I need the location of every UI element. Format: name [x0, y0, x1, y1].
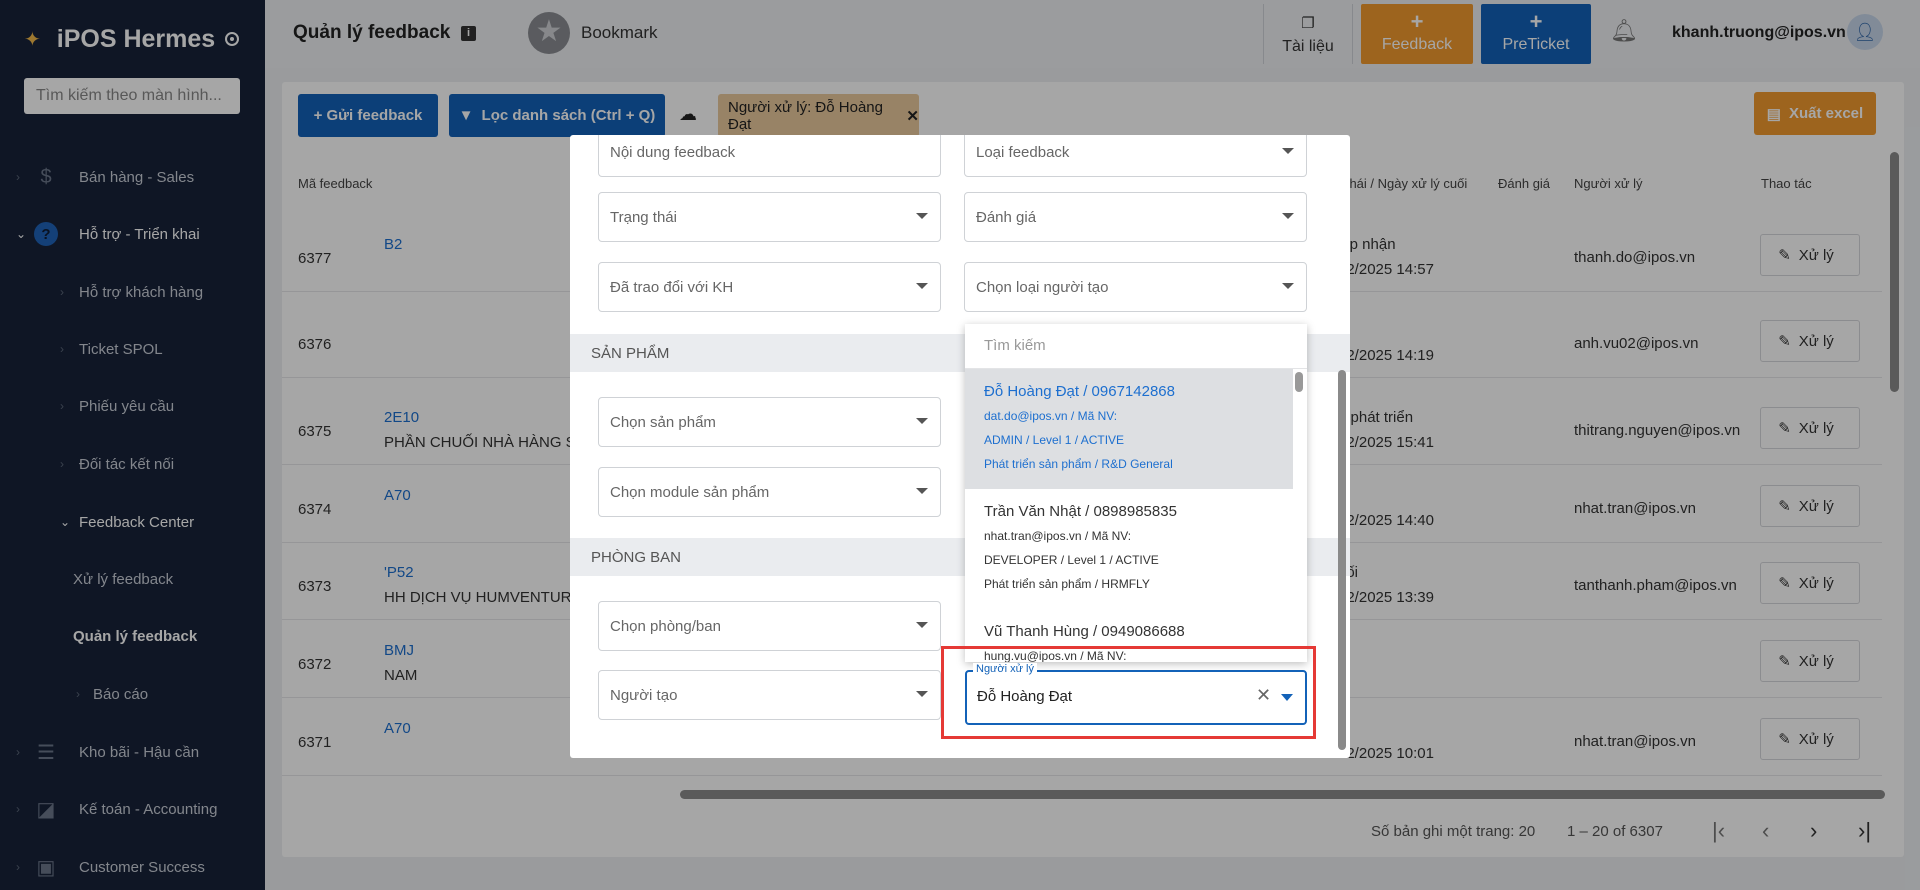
feedback-type-label: Loại feedback — [976, 143, 1070, 161]
option-email: dat.do@ipos.vn / Mã NV: — [984, 409, 1118, 423]
option-email: nhat.tran@ipos.vn / Mã NV: — [984, 529, 1132, 543]
option-role: ADMIN / Level 1 / ACTIVE — [984, 433, 1125, 447]
option-dept: Phát triển sản phẩm / R&D General — [984, 457, 1173, 471]
caret-down-icon — [916, 283, 928, 289]
product-select[interactable]: Chọn sản phẩm — [598, 397, 941, 447]
content-field[interactable]: Nội dung feedback — [598, 135, 941, 177]
caret-down-icon — [916, 213, 928, 219]
dropdown-option[interactable]: Trần Văn Nhật / 0898985835 nhat.tran@ipo… — [965, 489, 1293, 609]
creator-label: Người tạo — [610, 686, 678, 704]
modal-scrollbar[interactable] — [1338, 370, 1346, 750]
product-label: Chọn sản phẩm — [610, 413, 716, 431]
dropdown-option[interactable]: Đỗ Hoàng Đạt / 0967142868 dat.do@ipos.vn… — [965, 369, 1293, 489]
creator-type-select[interactable]: Chọn loại người tạo — [964, 262, 1307, 312]
option-name: Trần Văn Nhật / 0898985835 — [984, 503, 1177, 520]
handler-dropdown: Tìm kiếm Đỗ Hoàng Đạt / 0967142868 dat.d… — [965, 324, 1307, 662]
rating-select[interactable]: Đánh giá — [964, 192, 1307, 242]
creator-select[interactable]: Người tạo — [598, 670, 941, 720]
status-select[interactable]: Trạng thái — [598, 192, 941, 242]
option-name: Đỗ Hoàng Đạt / 0967142868 — [984, 383, 1175, 400]
caret-down-icon — [916, 691, 928, 697]
option-role: DEVELOPER / Level 1 / ACTIVE — [984, 553, 1159, 567]
highlight-box — [941, 646, 1316, 739]
contacted-select[interactable]: Đã trao đổi với KH — [598, 262, 941, 312]
caret-down-icon — [1282, 213, 1294, 219]
caret-down-icon — [916, 418, 928, 424]
status-label: Trạng thái — [610, 208, 677, 226]
option-dept: Phát triển sản phẩm / HRMFLY — [984, 577, 1150, 591]
module-label: Chọn module sản phẩm — [610, 483, 770, 501]
department-select[interactable]: Chọn phòng/ban — [598, 601, 941, 651]
caret-down-icon — [916, 622, 928, 628]
dropdown-search-input[interactable]: Tìm kiếm — [965, 324, 1307, 369]
creator-type-label: Chọn loại người tạo — [976, 278, 1109, 296]
caret-down-icon — [1282, 148, 1294, 154]
rating-label: Đánh giá — [976, 208, 1037, 226]
caret-down-icon — [1282, 283, 1294, 289]
contacted-label: Đã trao đổi với KH — [610, 278, 734, 296]
module-select[interactable]: Chọn module sản phẩm — [598, 467, 941, 517]
option-name: Vũ Thanh Hùng / 0949086688 — [984, 623, 1185, 640]
caret-down-icon — [916, 488, 928, 494]
department-label: Chọn phòng/ban — [610, 617, 721, 635]
dropdown-scrollbar[interactable] — [1295, 372, 1303, 392]
feedback-type-select[interactable]: Loại feedback — [964, 135, 1307, 177]
